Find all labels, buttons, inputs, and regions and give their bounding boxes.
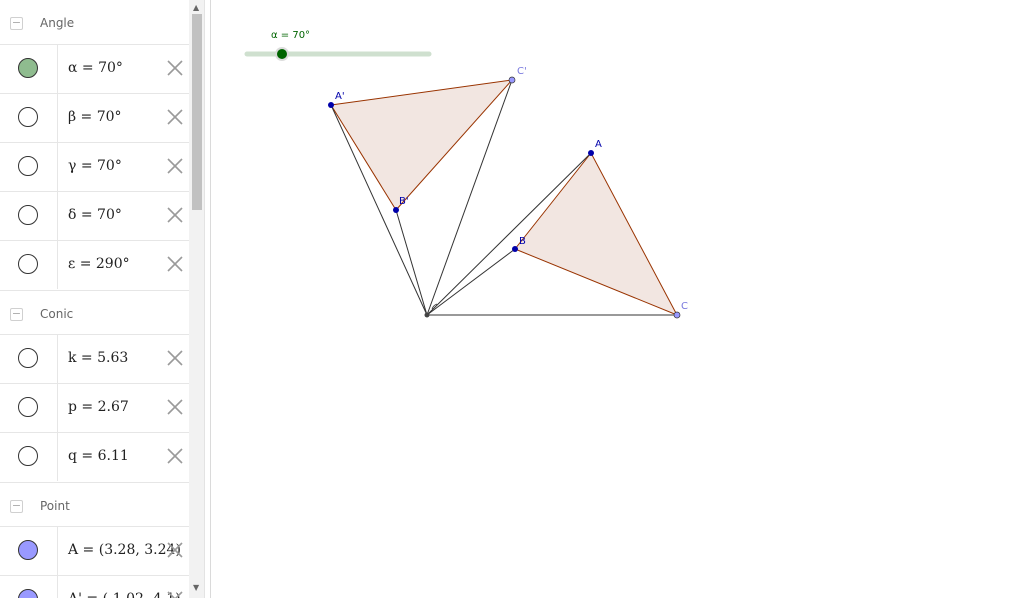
point-c-prime[interactable] [508,76,516,84]
segment-o-bprime[interactable] [395,209,428,316]
point-b-prime[interactable] [393,207,399,213]
segment-o-b[interactable] [426,248,516,316]
algebra-scrollbar[interactable]: ▲ ▼ [189,0,204,598]
graphics-view[interactable]: α = 70° A' C' B' A B C [212,0,1017,598]
algebra-definition[interactable]: q = 6.11 [68,448,129,464]
scroll-down-arrow[interactable]: ▼ [193,584,199,592]
close-x-icon[interactable] [166,349,184,367]
visibility-toggle[interactable] [18,348,38,368]
algebra-definition[interactable]: ε = 290° [68,256,130,272]
row-divider [57,192,58,240]
point-b[interactable] [512,246,518,252]
visibility-toggle[interactable] [18,446,38,466]
close-x-icon[interactable] [166,157,184,175]
algebra-row[interactable]: δ = 70° [0,191,189,240]
row-divider [57,45,58,93]
close-x-icon[interactable] [166,255,184,273]
group-header-angle[interactable]: − Angle [0,0,189,44]
label-b: B [519,236,526,247]
visibility-toggle[interactable] [18,58,38,78]
label-a: A [595,139,602,150]
collapse-point-icon[interactable]: − [10,500,23,513]
row-divider [57,384,58,432]
visibility-toggle[interactable] [18,156,38,176]
visibility-toggle[interactable] [18,589,38,598]
point-center[interactable] [424,312,430,318]
row-divider [57,527,58,575]
group-header-point[interactable]: − Point [0,482,189,527]
close-x-icon[interactable] [166,398,184,416]
point-a[interactable] [588,150,594,156]
view-splitter[interactable] [204,0,211,598]
algebra-definition[interactable]: A = (3.28, 3.24) [68,542,181,558]
close-x-icon[interactable] [166,590,184,598]
algebra-definition[interactable]: k = 5.63 [68,350,128,366]
algebra-definition[interactable]: A' = (-1.02, 4.1) [68,591,181,598]
algebra-row[interactable]: A = (3.28, 3.24) [0,526,189,575]
row-divider [57,94,58,142]
point-a-prime[interactable] [328,102,334,108]
algebra-row[interactable]: q = 6.11 [0,432,189,481]
algebra-view: − Angle α = 70° β = 70° γ = 70° δ = 70° ε = 29… [0,0,189,598]
triangle-prime[interactable] [330,79,514,211]
close-x-icon[interactable] [166,206,184,224]
algebra-definition[interactable]: γ = 70° [68,158,122,174]
triangle-original[interactable] [514,152,679,316]
slider-knob[interactable] [277,49,287,59]
algebra-definition[interactable]: p = 2.67 [68,399,129,415]
algebra-row[interactable]: α = 70° [0,44,189,93]
algebra-row[interactable]: ε = 290° [0,240,189,289]
group-label-point: Point [40,499,70,513]
group-label-conic: Conic [40,307,74,321]
algebra-definition[interactable]: β = 70° [68,109,122,125]
label-c-prime: C' [517,66,527,77]
visibility-toggle[interactable] [18,540,38,560]
row-divider [57,335,58,383]
point-c[interactable] [673,311,681,319]
row-divider [57,433,58,481]
collapse-angle-icon[interactable]: − [10,17,23,30]
collapse-conic-icon[interactable]: − [10,308,23,321]
close-x-icon[interactable] [166,447,184,465]
algebra-row[interactable]: γ = 70° [0,142,189,191]
visibility-toggle[interactable] [18,397,38,417]
row-divider [57,241,58,289]
close-x-icon[interactable] [166,59,184,77]
label-b-prime: B' [399,196,409,207]
close-x-icon[interactable] [166,108,184,126]
visibility-toggle[interactable] [18,107,38,127]
visibility-toggle[interactable] [18,205,38,225]
group-label-angle: Angle [40,16,75,30]
row-divider [57,576,58,598]
group-header-conic[interactable]: − Conic [0,290,189,335]
scroll-thumb[interactable] [192,14,202,210]
label-a-prime: A' [335,91,345,102]
visibility-toggle[interactable] [18,254,38,274]
algebra-definition[interactable]: δ = 70° [68,207,122,223]
label-c: C [681,301,688,312]
algebra-definition[interactable]: α = 70° [68,60,123,76]
algebra-row[interactable]: k = 5.63 [0,334,189,383]
algebra-row[interactable]: A' = (-1.02, 4.1) [0,575,189,598]
scroll-up-arrow[interactable]: ▲ [193,4,199,12]
algebra-row[interactable]: p = 2.67 [0,383,189,432]
algebra-row[interactable]: β = 70° [0,93,189,142]
graphics-canvas[interactable]: α = 70° A' C' B' A B C [212,0,1017,598]
row-divider [57,143,58,191]
slider-label: α = 70° [271,30,310,41]
close-x-icon[interactable] [166,541,184,559]
